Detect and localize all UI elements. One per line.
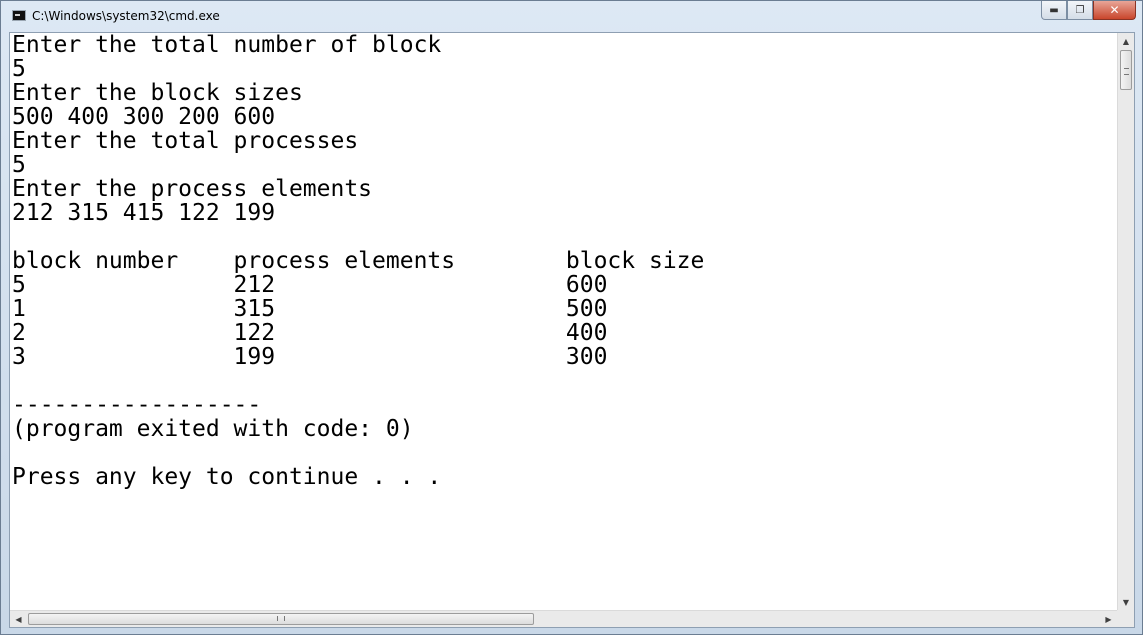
console-line: 500 400 300 200 600 <box>12 104 276 130</box>
scrollbar-corner <box>1117 610 1134 627</box>
console-line: Enter the total processes <box>12 128 359 154</box>
grip-icon <box>1124 68 1129 75</box>
minimize-button[interactable]: ▬ <box>1041 1 1067 20</box>
arrow-right-icon: ▶ <box>1105 614 1112 624</box>
window-controls: ▬ ❐ ✕ <box>1041 1 1136 21</box>
arrow-down-icon: ▼ <box>1122 598 1130 607</box>
close-button[interactable]: ✕ <box>1093 1 1136 20</box>
scroll-up-button[interactable]: ▲ <box>1118 33 1134 50</box>
console-output[interactable]: Enter the total number of block 5 Enter … <box>12 33 1116 611</box>
vertical-scroll-thumb[interactable] <box>1120 50 1132 90</box>
console-line: Enter the block sizes <box>12 80 303 106</box>
console-line: ------------------ <box>12 392 262 418</box>
console-line: 212 315 415 122 199 <box>12 200 276 226</box>
console-window: C:\Windows\system32\cmd.exe ▬ ❐ ✕ Enter … <box>0 0 1143 635</box>
cmd-icon[interactable] <box>12 10 26 21</box>
window-title: C:\Windows\system32\cmd.exe <box>32 9 220 23</box>
horizontal-scrollbar[interactable]: ◀ ▶ <box>10 610 1117 627</box>
console-line: 5 212 600 <box>12 272 608 298</box>
console-line: 5 <box>12 152 26 178</box>
console-line: 5 <box>12 56 26 82</box>
title-bar[interactable]: C:\Windows\system32\cmd.exe ▬ ❐ ✕ <box>1 1 1142 32</box>
console-line: 1 315 500 <box>12 296 608 322</box>
console-line: Enter the total number of block <box>12 33 442 58</box>
console-line: Enter the process elements <box>12 176 373 202</box>
vertical-scrollbar[interactable]: ▲ ▼ <box>1117 33 1134 611</box>
console-text: Enter the total number of block 5 Enter … <box>12 33 1116 489</box>
console-line: (program exited with code: 0) <box>12 416 414 442</box>
scroll-right-button[interactable]: ▶ <box>1100 611 1117 627</box>
console-line: Press any key to continue . . . <box>12 464 442 490</box>
console-line: 3 199 300 <box>12 344 608 370</box>
maximize-button[interactable]: ❐ <box>1067 1 1093 20</box>
console-line: block number process elements block size <box>12 248 705 274</box>
arrow-up-icon: ▲ <box>1122 37 1130 46</box>
scroll-down-button[interactable]: ▼ <box>1118 594 1134 611</box>
grip-icon <box>277 616 285 621</box>
scroll-left-button[interactable]: ◀ <box>10 611 27 627</box>
maximize-icon: ❐ <box>1075 4 1085 16</box>
horizontal-scroll-thumb[interactable] <box>28 613 534 625</box>
arrow-left-icon: ◀ <box>15 614 22 624</box>
minimize-icon: ▬ <box>1049 4 1059 16</box>
console-client-area[interactable]: Enter the total number of block 5 Enter … <box>9 32 1135 628</box>
console-line: 2 122 400 <box>12 320 608 346</box>
close-icon: ✕ <box>1109 3 1120 17</box>
